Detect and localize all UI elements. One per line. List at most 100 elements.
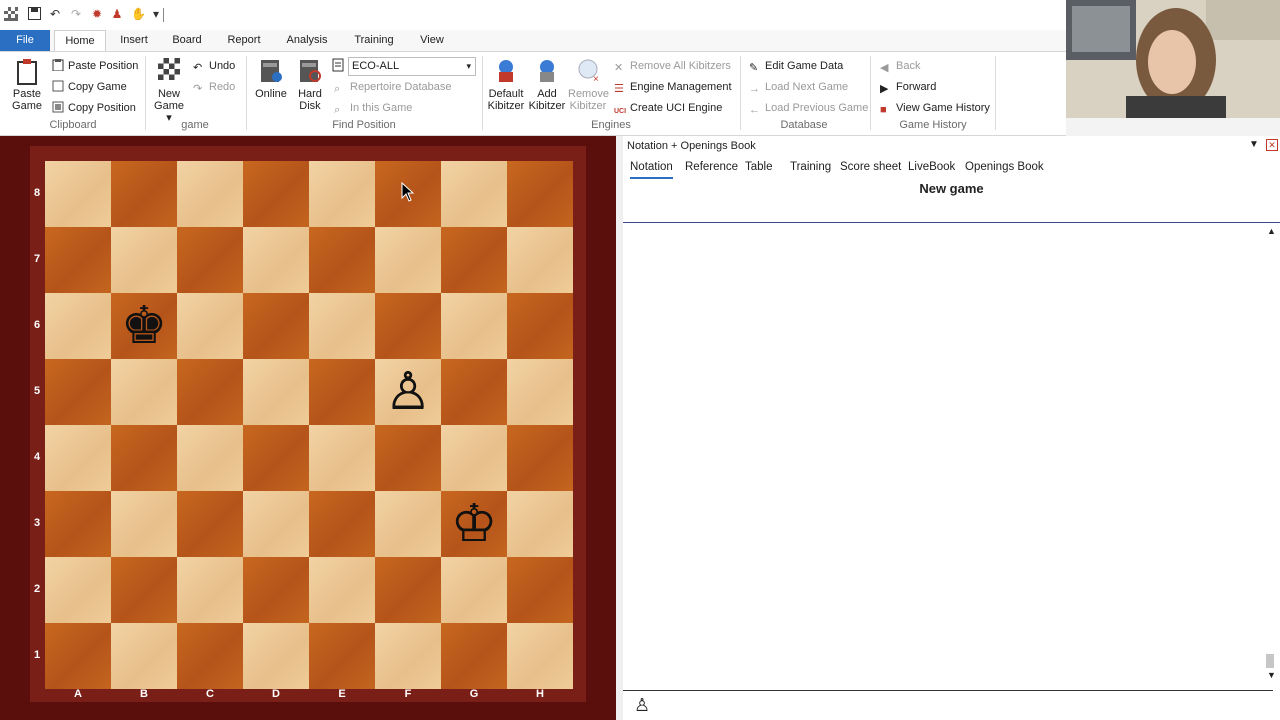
square-d5[interactable] — [243, 359, 309, 425]
eco-select[interactable]: ECO-ALL ▾ — [348, 57, 476, 76]
load-previous-game-button[interactable]: ← Load Previous Game — [749, 100, 868, 116]
panel-splitter[interactable] — [616, 136, 623, 720]
square-e6[interactable] — [309, 293, 375, 359]
tab-report[interactable]: Report — [222, 30, 266, 51]
copy-position-button[interactable]: Copy Position — [52, 100, 136, 116]
square-c3[interactable] — [177, 491, 243, 557]
undo-icon[interactable]: ↶ — [48, 7, 62, 21]
square-a2[interactable] — [45, 557, 111, 623]
square-a4[interactable] — [45, 425, 111, 491]
square-f3[interactable] — [375, 491, 441, 557]
tab-notation[interactable]: Notation — [630, 157, 673, 179]
square-d1[interactable] — [243, 623, 309, 689]
paste-position-button[interactable]: Paste Position — [52, 58, 138, 74]
scroll-up-icon[interactable]: ▲ — [1267, 226, 1276, 236]
square-a5[interactable] — [45, 359, 111, 425]
square-c1[interactable] — [177, 623, 243, 689]
chess-board[interactable] — [45, 161, 573, 689]
tab-file[interactable]: File — [0, 30, 50, 51]
default-kibitzer-button[interactable]: Default Kibitzer — [486, 58, 526, 112]
tab-home[interactable]: Home — [54, 30, 106, 52]
square-h7[interactable] — [507, 227, 573, 293]
create-uci-engine-button[interactable]: UCI Create UCI Engine — [614, 100, 722, 116]
square-a1[interactable] — [45, 623, 111, 689]
square-e8[interactable] — [309, 161, 375, 227]
tab-table[interactable]: Table — [745, 157, 773, 177]
tab-training[interactable]: Training — [346, 30, 402, 51]
undo-button[interactable]: ↶ Undo — [193, 58, 235, 74]
square-f6[interactable] — [375, 293, 441, 359]
load-next-game-button[interactable]: → Load Next Game — [749, 79, 848, 95]
notation-scrollbar[interactable]: ▲ ▼ — [1263, 226, 1279, 684]
square-d6[interactable] — [243, 293, 309, 359]
add-kibitzer-button[interactable]: Add Kibitzer — [528, 58, 566, 112]
repertoire-database-button[interactable]: ⌕ Repertoire Database — [334, 79, 452, 95]
square-c5[interactable] — [177, 359, 243, 425]
square-a3[interactable] — [45, 491, 111, 557]
scroll-down-icon[interactable]: ▼ — [1267, 670, 1276, 680]
square-g6[interactable] — [441, 293, 507, 359]
scrollbar-thumb[interactable] — [1266, 654, 1274, 668]
square-f7[interactable] — [375, 227, 441, 293]
square-c4[interactable] — [177, 425, 243, 491]
square-c6[interactable] — [177, 293, 243, 359]
square-b1[interactable] — [111, 623, 177, 689]
tab-livebook[interactable]: LiveBook — [908, 157, 955, 177]
new-game-button[interactable]: New Game ▾ — [150, 58, 188, 124]
square-g4[interactable] — [441, 425, 507, 491]
square-d3[interactable] — [243, 491, 309, 557]
square-g1[interactable] — [441, 623, 507, 689]
square-e4[interactable] — [309, 425, 375, 491]
in-this-game-button[interactable]: ⌕ In this Game — [334, 100, 412, 116]
forward-button[interactable]: ▶ Forward — [880, 79, 936, 95]
customize-toolbar-icon[interactable]: ▾ — [149, 7, 163, 21]
square-h8[interactable] — [507, 161, 573, 227]
paste-game-button[interactable]: Paste Game — [8, 58, 46, 112]
square-d4[interactable] — [243, 425, 309, 491]
black-king[interactable]: ♚ — [111, 293, 177, 359]
square-f2[interactable] — [375, 557, 441, 623]
square-b2[interactable] — [111, 557, 177, 623]
square-h5[interactable] — [507, 359, 573, 425]
square-a7[interactable] — [45, 227, 111, 293]
panel-dropdown-icon[interactable]: ▼ — [1249, 139, 1259, 150]
square-e7[interactable] — [309, 227, 375, 293]
copy-game-button[interactable]: Copy Game — [52, 79, 127, 95]
square-b8[interactable] — [111, 161, 177, 227]
square-f4[interactable] — [375, 425, 441, 491]
redo-button[interactable]: ↷ Redo — [193, 79, 235, 95]
app-board-icon[interactable] — [4, 7, 18, 21]
pawn-red-icon[interactable]: ♟ — [110, 7, 124, 21]
close-icon[interactable]: ✕ — [1266, 139, 1278, 151]
white-pawn[interactable]: ♙ — [375, 359, 441, 425]
square-g5[interactable] — [441, 359, 507, 425]
square-e3[interactable] — [309, 491, 375, 557]
square-h3[interactable] — [507, 491, 573, 557]
square-b5[interactable] — [111, 359, 177, 425]
edit-game-data-button[interactable]: ✎ Edit Game Data — [749, 58, 843, 74]
tab-score-sheet[interactable]: Score sheet — [840, 157, 901, 177]
square-g7[interactable] — [441, 227, 507, 293]
tab-analysis[interactable]: Analysis — [280, 30, 334, 51]
hard-disk-button[interactable]: Hard Disk — [292, 58, 328, 112]
engine-management-button[interactable]: ☰ Engine Management — [614, 79, 732, 95]
square-a6[interactable] — [45, 293, 111, 359]
square-e2[interactable] — [309, 557, 375, 623]
tab-training[interactable]: Training — [790, 157, 831, 177]
remove-all-kibitzers-button[interactable]: ✕ Remove All Kibitzers — [614, 58, 731, 74]
online-button[interactable]: Online — [252, 58, 290, 100]
square-h6[interactable] — [507, 293, 573, 359]
square-e1[interactable] — [309, 623, 375, 689]
hand-icon[interactable]: ✋ — [131, 7, 146, 21]
save-icon[interactable] — [27, 7, 41, 21]
view-game-history-button[interactable]: ■ View Game History — [880, 100, 990, 116]
square-b4[interactable] — [111, 425, 177, 491]
square-a8[interactable] — [45, 161, 111, 227]
square-g2[interactable] — [441, 557, 507, 623]
square-d8[interactable] — [243, 161, 309, 227]
tab-insert[interactable]: Insert — [112, 30, 156, 51]
square-e5[interactable] — [309, 359, 375, 425]
square-b7[interactable] — [111, 227, 177, 293]
square-d7[interactable] — [243, 227, 309, 293]
square-h2[interactable] — [507, 557, 573, 623]
